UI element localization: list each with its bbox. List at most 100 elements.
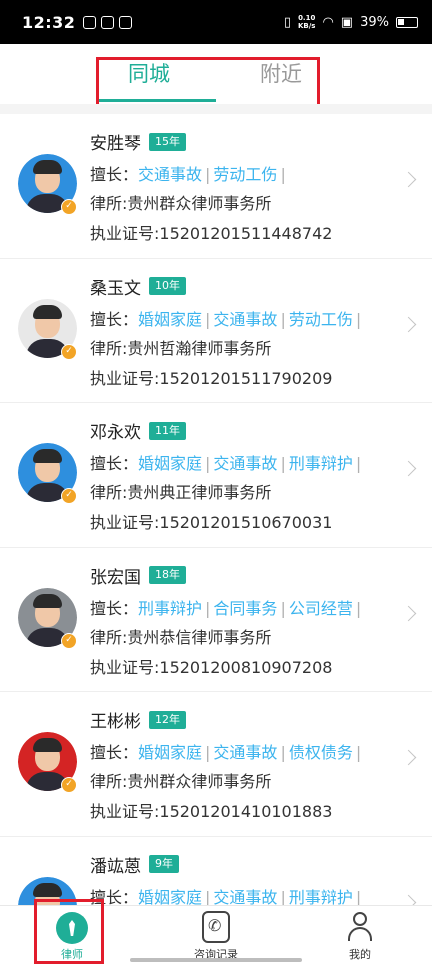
license-number: 执业证号:15201201410101883 <box>90 802 333 821</box>
lawyer-card[interactable]: ✓ 安胜琴 15年 擅长：交通事故 | 劳动工伤 | 律所:贵州群众律师事务所 执业证号:152… <box>0 114 432 259</box>
section-divider <box>0 104 432 114</box>
avatar-hair <box>33 449 62 463</box>
specialty-line: 擅长：婚姻家庭 | 交通事故 | 刑事辩护 | <box>90 884 364 908</box>
separator: | <box>205 598 211 618</box>
specialty-tag[interactable]: 婚姻家庭 <box>138 743 202 762</box>
specialty-tag[interactable]: 公司经营 <box>289 599 353 618</box>
vibrate-icon: ▯ <box>283 14 291 30</box>
specialty-tag[interactable]: 婚姻家庭 <box>138 888 202 907</box>
specialty-tag[interactable]: 刑事辩护 <box>289 888 353 907</box>
name-row: 王彬彬 12年 <box>90 707 186 732</box>
name-row: 张宏国 18年 <box>90 563 186 588</box>
lawyer-card[interactable]: ✓ 张宏国 18年 擅长：刑事辩护 | 合同事务 | 公司经营 | 律所:贵州恭信律师事务所 执业证… <box>0 547 432 692</box>
app-notification-icon <box>119 15 133 29</box>
separator: | <box>355 454 362 473</box>
avatar-hair <box>33 160 62 174</box>
lawyer-name: 王彬彬 <box>90 712 141 732</box>
name-row: 邓永欢 11年 <box>90 418 186 443</box>
status-time: 12:32 <box>22 12 76 32</box>
separator: | <box>355 743 362 762</box>
avatar-hair <box>33 593 62 608</box>
name-row: 安胜琴 15年 <box>90 129 186 154</box>
separator: | <box>355 598 362 618</box>
specialty-tag[interactable]: 劳动工伤 <box>213 165 277 184</box>
net-speed-unit: KB/s <box>297 22 316 30</box>
home-indicator <box>130 958 302 962</box>
chevron-right-icon[interactable] <box>400 749 417 766</box>
lawyer-card[interactable]: ✓ 王彬彬 12年 擅长：婚姻家庭 | 交通事故 | 债权债务 | 律所:贵州群众律师事务所 执业证… <box>0 692 432 837</box>
years-badge: 15年 <box>149 132 186 151</box>
battery-percent: 39% <box>360 14 389 30</box>
lawyer-list: ✓ 安胜琴 15年 擅长：交通事故 | 劳动工伤 | 律所:贵州群众律师事务所 执业证号:152… <box>0 114 432 964</box>
avatar-hair <box>33 882 62 897</box>
separator: | <box>205 887 211 907</box>
separator: | <box>280 887 286 907</box>
name-row: 桑玉文 10年 <box>90 274 186 299</box>
specialty-label: 擅长： <box>90 743 139 762</box>
lawyer-name: 潘竑蒽 <box>90 856 141 877</box>
law-firm: 律所:贵州哲瀚律师事务所 <box>90 338 272 358</box>
specialty-line: 擅长：婚姻家庭 | 交通事故 | 劳动工伤 | <box>90 306 364 330</box>
years-badge: 11年 <box>149 421 186 440</box>
battery-icon <box>396 16 418 28</box>
nav-records[interactable]: 咨询记录 <box>176 906 256 964</box>
separator: | <box>205 743 211 762</box>
specialty-tag[interactable]: 交通事故 <box>213 454 277 473</box>
nav-mine[interactable]: 我的 <box>320 906 400 964</box>
avatar-hair <box>33 738 62 752</box>
years-badge: 9年 <box>149 855 179 873</box>
law-firm: 律所:贵州群众律师事务所 <box>90 772 272 791</box>
specialty-tag[interactable]: 婚姻家庭 <box>138 310 202 329</box>
law-firm: 律所:贵州典正律师事务所 <box>90 483 272 502</box>
v-badge-icon: ✓ <box>61 488 77 504</box>
specialty-tag[interactable]: 交通事故 <box>213 310 277 329</box>
nav-highlight-box <box>34 899 104 964</box>
separator: | <box>280 309 286 329</box>
status-right: ▯ 0.10 KB/s ◠ ▣ 39% <box>284 14 418 30</box>
specialty-label: 擅长： <box>90 165 139 184</box>
v-badge-icon: ✓ <box>61 632 77 649</box>
lawyer-card[interactable]: ✓ 桑玉文 10年 擅长：婚姻家庭 | 交通事故 | 劳动工伤 | 律所:贵州哲瀚律师事务所 执业证… <box>0 258 432 403</box>
lawyer-name: 张宏国 <box>90 567 141 588</box>
years-badge: 10年 <box>149 277 186 295</box>
separator: | <box>280 454 286 473</box>
specialty-label: 擅长： <box>90 309 139 329</box>
notification-icons <box>83 15 133 29</box>
app-notification-icon <box>83 15 97 29</box>
specialty-tag[interactable]: 刑事辩护 <box>138 599 202 618</box>
specialty-tag[interactable]: 交通事故 <box>138 165 202 184</box>
separator: | <box>280 165 286 184</box>
specialty-tag[interactable]: 刑事辩护 <box>289 454 353 473</box>
net-speed: 0.10 KB/s <box>298 14 315 30</box>
separator: | <box>205 309 211 329</box>
chevron-right-icon[interactable] <box>400 316 417 332</box>
law-firm: 律所:贵州恭信律师事务所 <box>90 627 272 647</box>
specialty-label: 擅长： <box>90 454 139 473</box>
chevron-right-icon[interactable] <box>400 460 417 477</box>
specialty-line: 擅长：交通事故 | 劳动工伤 | <box>90 161 289 185</box>
lawyer-name: 桑玉文 <box>90 278 141 299</box>
separator: | <box>205 165 211 184</box>
tab-highlight-box <box>96 57 320 109</box>
phone-record-icon <box>202 911 230 943</box>
license-number: 执业证号:15201201510670031 <box>90 513 333 532</box>
separator: | <box>355 887 362 907</box>
separator: | <box>280 743 286 762</box>
lawyer-card[interactable]: ✓ 邓永欢 11年 擅长：婚姻家庭 | 交通事故 | 刑事辩护 | 律所:贵州典正律师事务所 执业证… <box>0 403 432 548</box>
specialty-tag[interactable]: 交通事故 <box>213 743 277 762</box>
specialty-label: 擅长： <box>90 598 139 618</box>
chevron-right-icon[interactable] <box>400 605 417 621</box>
v-badge-icon: ✓ <box>61 777 77 793</box>
name-row: 潘竑蒽 9年 <box>90 852 179 877</box>
chevron-right-icon[interactable] <box>400 171 417 188</box>
specialty-line: 擅长：刑事辩护 | 合同事务 | 公司经营 | <box>90 595 364 619</box>
specialty-tag[interactable]: 合同事务 <box>213 599 277 618</box>
specialty-tag[interactable]: 债权债务 <box>289 743 353 762</box>
specialty-tag[interactable]: 劳动工伤 <box>289 310 353 329</box>
specialty-tag[interactable]: 婚姻家庭 <box>138 454 202 473</box>
law-firm: 律所:贵州群众律师事务所 <box>90 194 272 213</box>
wifi-icon: ◠ <box>322 14 334 30</box>
specialty-tag[interactable]: 交通事故 <box>213 888 277 907</box>
years-badge: 12年 <box>149 710 186 729</box>
person-icon <box>346 912 374 942</box>
